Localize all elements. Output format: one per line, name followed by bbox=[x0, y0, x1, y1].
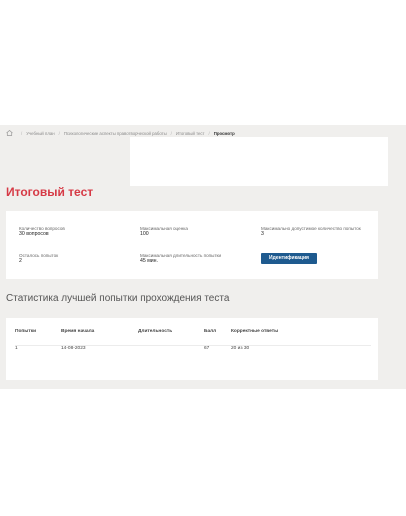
col-correct-answers: Корректные ответы bbox=[231, 329, 279, 334]
breadcrumb-separator: / bbox=[21, 130, 23, 136]
attempts-left-label: Осталось попыток bbox=[19, 253, 59, 258]
max-attempts-label: Максимально допустимое количество попыто… bbox=[261, 226, 361, 231]
col-duration: Длительность bbox=[138, 329, 173, 334]
page-title: Итоговый тест bbox=[6, 185, 94, 199]
breadcrumb-item-study-plan[interactable]: Учебный план bbox=[26, 131, 54, 136]
breadcrumb-item-final-test[interactable]: Итоговый тест bbox=[176, 131, 205, 136]
stats-table: Попытки Время начала Длительность Балл К… bbox=[6, 318, 378, 380]
max-score-field: Максимальная оценка 100 bbox=[140, 226, 188, 237]
cell-correct-answers: 20 из 30 bbox=[231, 346, 250, 351]
home-icon[interactable] bbox=[6, 130, 13, 136]
app-container: / Учебный план / Психологические аспекты… bbox=[0, 125, 406, 389]
breadcrumb-current: Просмотр bbox=[213, 130, 235, 136]
max-attempts-field: Максимально допустимое количество попыто… bbox=[261, 226, 361, 237]
breadcrumb-item-course[interactable]: Психологические аспекты правотворческой … bbox=[64, 131, 167, 136]
questions-count-value: 30 вопросов bbox=[19, 230, 49, 237]
col-start-time: Время начала bbox=[61, 329, 95, 334]
table-row: 1 14-08-2023 67 20 из 30 bbox=[15, 345, 371, 357]
questions-count-field: Количество вопросов 30 вопросов bbox=[19, 226, 65, 237]
max-attempts-value: 3 bbox=[261, 230, 264, 237]
breadcrumb-separator: / bbox=[170, 130, 172, 136]
max-duration-field: Максимальная длительность попытки 45 мин… bbox=[140, 253, 221, 264]
identification-button[interactable]: Идентификация bbox=[261, 253, 317, 264]
max-score-value: 100 bbox=[140, 230, 149, 237]
cell-attempt: 1 bbox=[15, 346, 18, 351]
table-header: Попытки Время начала Длительность Балл К… bbox=[15, 329, 371, 338]
cell-start-time: 14-08-2023 bbox=[61, 346, 86, 351]
col-score: Балл bbox=[204, 329, 217, 334]
col-attempts: Попытки bbox=[15, 329, 37, 334]
header-banner bbox=[130, 137, 388, 186]
stats-title: Статистика лучшей попытки прохождения те… bbox=[6, 293, 230, 304]
test-info-card: Количество вопросов 30 вопросов Максимал… bbox=[6, 211, 378, 279]
max-duration-value: 45 мин. bbox=[140, 257, 158, 264]
breadcrumb-separator: / bbox=[58, 130, 60, 136]
attempts-left-field: Осталось попыток 2 bbox=[19, 253, 58, 264]
cell-score: 67 bbox=[204, 346, 210, 351]
attempts-left-value: 2 bbox=[19, 257, 22, 264]
breadcrumb-separator: / bbox=[208, 130, 210, 136]
